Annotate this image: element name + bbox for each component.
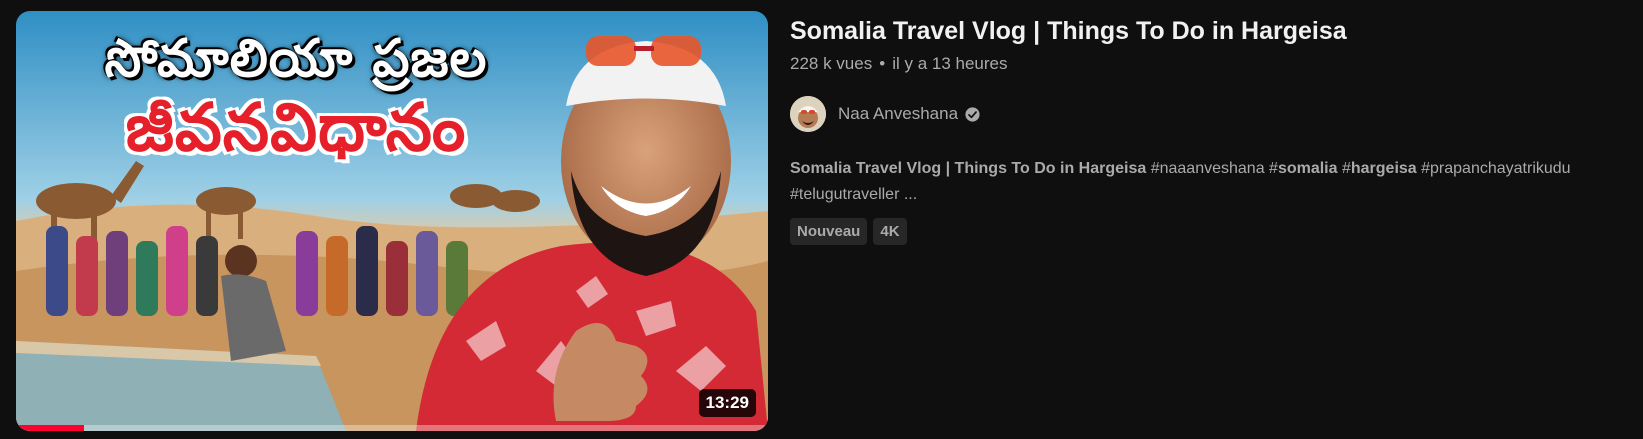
channel-name[interactable]: Naa Anveshana <box>838 104 958 124</box>
meta-separator: • <box>879 54 886 73</box>
video-result-row: సోమాలియా ప్రజల జీవనవిధానం 13:29 Somalia … <box>0 0 1643 439</box>
badge-4k: 4K <box>873 218 907 245</box>
video-thumbnail[interactable]: సోమాలియా ప్రజల జీవనవిధానం 13:29 <box>16 11 768 431</box>
watch-progress-fill <box>16 425 84 431</box>
video-metadata: 228 k vues • il y a 13 heures <box>790 54 1620 74</box>
avatar-image <box>790 96 826 132</box>
video-info: Somalia Travel Vlog | Things To Do in Ha… <box>790 14 1620 245</box>
description-segment: #naaanveshana # <box>1146 160 1278 177</box>
video-title-link[interactable]: Somalia Travel Vlog | Things To Do in Ha… <box>790 14 1620 48</box>
channel-link[interactable]: Naa Anveshana <box>790 96 1620 132</box>
thumbnail-title-line2: జీవనవిధానం <box>125 89 467 166</box>
video-badges: Nouveau 4K <box>790 218 1620 245</box>
description-segment: hargeisa <box>1350 160 1417 177</box>
channel-avatar[interactable] <box>790 96 826 132</box>
view-count: 228 k vues <box>790 54 873 73</box>
description-segment: # <box>1337 160 1351 177</box>
description-segment: Somalia Travel Vlog | Things To Do in Ha… <box>790 160 1147 177</box>
description-segment: somalia <box>1277 160 1338 177</box>
verified-check-icon <box>965 106 980 122</box>
duration-badge: 13:29 <box>698 389 756 417</box>
video-description-snippet: Somalia Travel Vlog | Things To Do in Ha… <box>790 156 1610 208</box>
badge-nouveau: Nouveau <box>790 218 868 245</box>
upload-age: il y a 13 heures <box>892 54 1008 73</box>
watch-progress-bar <box>16 425 768 431</box>
